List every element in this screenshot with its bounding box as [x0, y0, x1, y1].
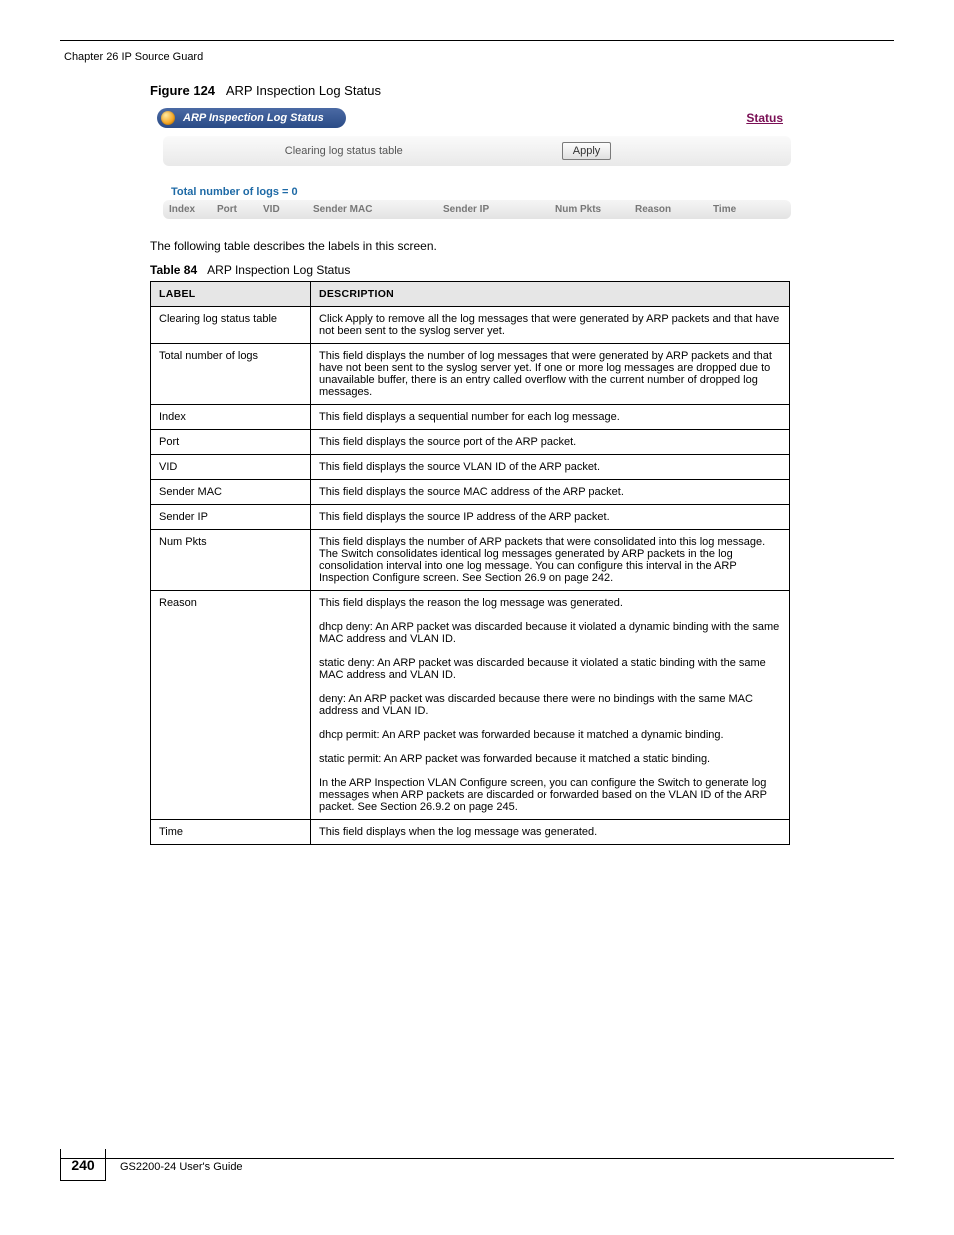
total-logs-label: Total number of logs = 0 [171, 186, 797, 198]
table-row: Sender MACThis field displays the source… [151, 480, 790, 505]
table-row: IndexThis field displays a sequential nu… [151, 405, 790, 430]
page-root: Chapter 26 IP Source Guard Figure 124 AR… [0, 0, 954, 1235]
row-label: Time [151, 820, 311, 845]
th-desc: DESCRIPTION [311, 282, 790, 307]
row-label: Index [151, 405, 311, 430]
row-desc: This field displays when the log message… [311, 820, 790, 845]
screenshot-panel: ARP Inspection Log Status Status Clearin… [157, 106, 797, 219]
row-desc: This field displays the number of ARP pa… [311, 530, 790, 591]
page-number: 240 [60, 1149, 106, 1181]
orb-icon [161, 111, 175, 125]
screenshot-header: ARP Inspection Log Status Status [157, 106, 797, 130]
row-label: Sender MAC [151, 480, 311, 505]
row-desc: This field displays a sequential number … [311, 405, 790, 430]
panel-title-pill: ARP Inspection Log Status [157, 108, 346, 128]
col-sender-mac: Sender MAC [313, 204, 443, 215]
col-time: Time [713, 204, 785, 215]
table-row: Total number of logsThis field displays … [151, 344, 790, 405]
th-label: LABEL [151, 282, 311, 307]
figure-title: ARP Inspection Log Status [226, 83, 381, 98]
row-label: Sender IP [151, 505, 311, 530]
table-row: VIDThis field displays the source VLAN I… [151, 455, 790, 480]
row-label: VID [151, 455, 311, 480]
clearing-label: Clearing log status table [181, 145, 507, 157]
row-desc: This field displays the source VLAN ID o… [311, 455, 790, 480]
row-desc: This field displays the source IP addres… [311, 505, 790, 530]
row-label: Total number of logs [151, 344, 311, 405]
table-number: Table 84 [150, 263, 197, 277]
column-header-row: Index Port VID Sender MAC Sender IP Num … [163, 200, 791, 219]
table-row: PortThis field displays the source port … [151, 430, 790, 455]
panel-title-text: ARP Inspection Log Status [183, 112, 324, 124]
table-row: ReasonThis field displays the reason the… [151, 591, 790, 820]
row-label: Reason [151, 591, 311, 820]
description-table: LABEL DESCRIPTION Clearing log status ta… [150, 281, 790, 845]
col-sender-ip: Sender IP [443, 204, 555, 215]
col-num-pkts: Num Pkts [555, 204, 635, 215]
row-desc: Click Apply to remove all the log messag… [311, 307, 790, 344]
table-row: Sender IPThis field displays the source … [151, 505, 790, 530]
table-row: Clearing log status tableClick Apply to … [151, 307, 790, 344]
row-label: Clearing log status table [151, 307, 311, 344]
row-label: Port [151, 430, 311, 455]
row-desc: This field displays the source MAC addre… [311, 480, 790, 505]
table-title: ARP Inspection Log Status [207, 263, 350, 277]
figure-caption: Figure 124 ARP Inspection Log Status [150, 83, 894, 98]
footer-guide: GS2200-24 User's Guide [120, 1161, 243, 1173]
chapter-left: Chapter 26 IP Source Guard [64, 51, 203, 63]
clearing-bar: Clearing log status table Apply [163, 136, 791, 166]
table-row: Num PktsThis field displays the number o… [151, 530, 790, 591]
chapter-header: Chapter 26 IP Source Guard [60, 51, 894, 63]
row-desc: This field displays the source port of t… [311, 430, 790, 455]
col-vid: VID [263, 204, 313, 215]
figure-number: Figure 124 [150, 83, 215, 98]
table-header-row: LABEL DESCRIPTION [151, 282, 790, 307]
footer-rule [60, 1158, 894, 1159]
row-desc: This field displays the number of log me… [311, 344, 790, 405]
col-index: Index [169, 204, 217, 215]
top-rule [60, 40, 894, 41]
intro-text: The following table describes the labels… [150, 239, 894, 253]
apply-button[interactable]: Apply [562, 142, 612, 160]
col-reason: Reason [635, 204, 713, 215]
row-desc: This field displays the reason the log m… [311, 591, 790, 820]
table-caption: Table 84 ARP Inspection Log Status [150, 263, 894, 277]
row-label: Num Pkts [151, 530, 311, 591]
table-row: TimeThis field displays when the log mes… [151, 820, 790, 845]
col-port: Port [217, 204, 263, 215]
status-link[interactable]: Status [746, 111, 783, 125]
